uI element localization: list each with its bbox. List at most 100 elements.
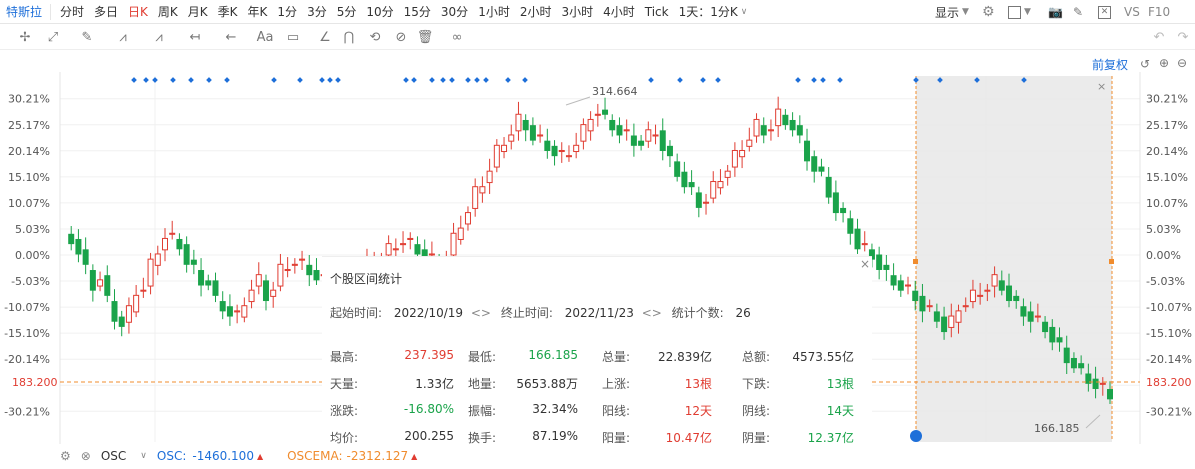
candle-body[interactable] [226,306,233,317]
candle-body[interactable] [731,149,738,168]
adjust-mode[interactable]: 前复权 [1092,56,1128,73]
candle-body[interactable] [919,295,926,312]
candle-body[interactable] [933,311,940,322]
candle-body[interactable] [1042,321,1049,333]
candle-body[interactable] [645,129,652,142]
event-dot[interactable] [335,77,341,83]
timeframe-tab[interactable]: 周K [158,3,178,20]
timeframe-tab[interactable]: 年K [248,3,268,20]
close-indicator-icon[interactable]: ⊗ [81,449,91,463]
candle-body[interactable] [912,290,919,302]
candle-body[interactable] [198,270,205,286]
event-dot[interactable] [837,77,843,83]
candle-body[interactable] [248,289,255,303]
candle-body[interactable] [472,186,479,209]
event-dot[interactable] [795,77,801,83]
candle-body[interactable] [1107,389,1113,400]
vs-button[interactable]: VS [1124,0,1140,24]
candle-body[interactable] [212,280,219,296]
event-dot[interactable] [820,77,826,83]
candle-body[interactable] [234,310,241,313]
candle-body[interactable] [479,186,486,194]
square-icon[interactable]: ▼ [1008,0,1031,24]
candle-body[interactable] [1013,295,1020,302]
text-icon[interactable]: ← [222,29,240,47]
delete-icon[interactable]: ⊘ [392,29,410,47]
event-dot[interactable] [505,77,511,83]
candle-body[interactable] [659,130,666,151]
candle-body[interactable] [760,125,767,136]
candle-body[interactable] [969,289,976,303]
candle-body[interactable] [832,192,839,214]
timeframe-tab[interactable]: 1天：1分K [679,3,738,20]
event-dot[interactable] [483,77,489,83]
candle-body[interactable] [804,140,811,162]
candle-body[interactable] [241,305,248,318]
candle-body[interactable] [594,113,601,116]
candle-body[interactable] [695,192,702,208]
candle-body[interactable] [515,113,522,132]
timeframe-tab[interactable]: 1小时 [478,3,510,20]
event-dot[interactable] [131,77,137,83]
candle-body[interactable] [638,140,645,146]
hide-icon[interactable]: ⟲ [366,29,384,47]
candle-body[interactable] [897,280,904,291]
candle-body[interactable] [739,149,746,158]
selection-handle-right[interactable] [1109,259,1114,264]
candle-body[interactable] [724,170,731,178]
timeframe-tab[interactable]: 30分 [441,3,468,20]
candle-body[interactable] [717,181,724,189]
start-adjust-icon[interactable]: <> [471,306,491,320]
indicator-select[interactable]: OSC [101,449,126,463]
event-dot[interactable] [700,77,706,83]
candle-body[interactable] [400,243,407,246]
crosshair-icon[interactable]: ✢ [16,29,34,47]
candle-body[interactable] [299,258,306,261]
candle-body[interactable] [544,140,551,151]
undo-icon[interactable]: ↶ [1150,29,1168,47]
settings-icon[interactable]: ⚙ [60,449,71,463]
candle-body[interactable] [169,232,176,235]
candle-body[interactable] [97,279,104,287]
candle-body[interactable] [551,145,558,157]
link-icon[interactable]: 🗑 [416,29,434,47]
candle-body[interactable] [508,134,515,142]
timeframe-tab[interactable]: 2小时 [520,3,552,20]
event-dot[interactable] [188,77,194,83]
candle-body[interactable] [587,118,594,132]
fib-icon[interactable]: ⩘ [114,29,132,47]
timeframe-tab[interactable]: 分时 [60,3,84,20]
candle-body[interactable] [674,161,681,177]
candle-body[interactable] [609,119,616,131]
selection-close-icon[interactable]: × [1097,80,1106,93]
candle-body[interactable] [1063,347,1070,364]
candle-body[interactable] [688,182,695,188]
timeframe-tab[interactable]: 4小时 [603,3,635,20]
timeframe-tab[interactable]: Tick [645,5,669,19]
camera-icon[interactable]: 📷 [1048,0,1063,24]
event-dot[interactable] [465,77,471,83]
candle-body[interactable] [775,108,782,127]
panel-close-icon[interactable]: × [860,257,870,271]
candle-body[interactable] [652,134,659,137]
event-dot[interactable] [648,77,654,83]
candle-body[interactable] [262,280,269,302]
candle-body[interactable] [558,149,565,153]
candle-body[interactable] [602,109,609,115]
lock-icon[interactable]: ⋂ [340,29,358,47]
timeframe-tab[interactable]: 多日 [94,3,118,20]
candle-body[interactable] [486,170,493,184]
candle-body[interactable] [82,249,89,265]
candle-body[interactable] [133,294,140,313]
timeframe-tab[interactable]: 季K [218,3,238,20]
gear-icon[interactable]: ⚙ [982,0,995,24]
candle-body[interactable] [962,305,969,308]
candle-body[interactable] [854,228,861,250]
event-dot[interactable] [440,77,446,83]
candle-body[interactable] [1078,363,1085,369]
candle-body[interactable] [796,125,803,136]
candle-body[interactable] [1034,315,1041,318]
event-dot[interactable] [297,77,303,83]
candle-body[interactable] [140,289,147,292]
candle-body[interactable] [767,129,774,132]
